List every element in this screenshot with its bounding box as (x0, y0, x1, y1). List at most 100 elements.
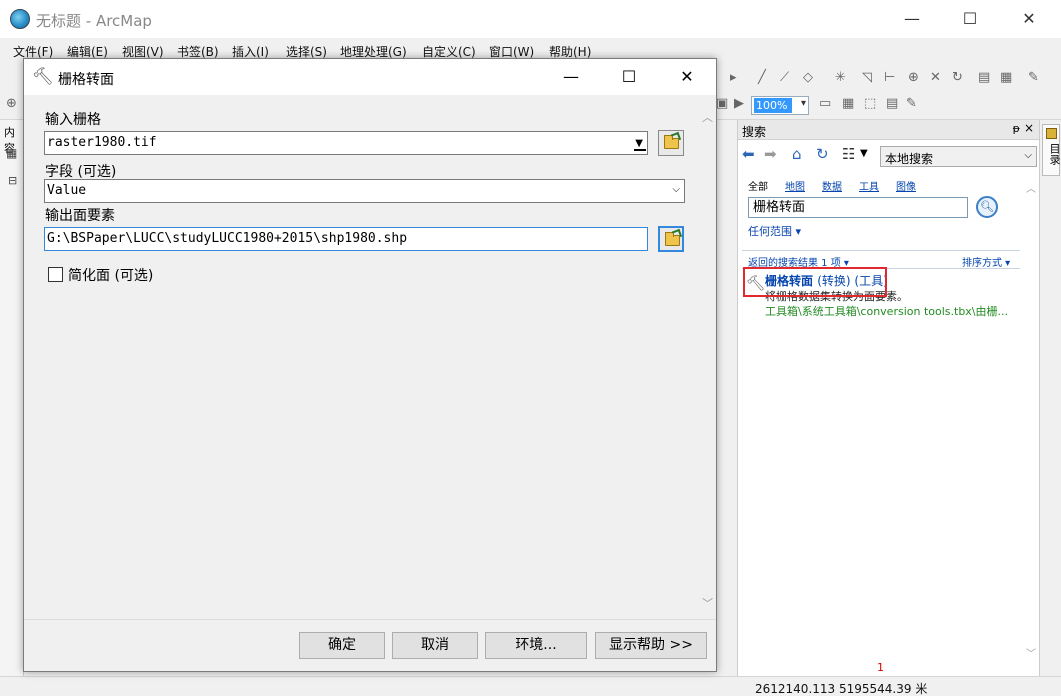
ok-button[interactable]: 确定 (299, 632, 385, 659)
hammer-icon: 🔨︎ (32, 67, 54, 87)
zoom-value: 100% (754, 98, 792, 113)
page-layout-icon[interactable]: ▣ (716, 96, 728, 111)
search-tab-all[interactable]: 全部 (748, 178, 768, 193)
catalog-tab[interactable]: 目录 (1042, 124, 1061, 176)
open-folder-icon (664, 135, 679, 149)
search-pane-title: 搜索 (742, 125, 767, 139)
edit-annotation-icon[interactable]: ✎ (1028, 70, 1039, 85)
input-raster-combo[interactable]: raster1980.tif ▼ (44, 131, 648, 155)
catalog-tab-label: 目录 (1048, 143, 1061, 165)
search-input[interactable]: 栅格转面 (748, 197, 968, 218)
highlight-box (743, 267, 887, 297)
scroll-down-icon[interactable]: ﹀ (702, 595, 713, 611)
table-of-contents-strip: 内容 ▦ ⊟ (0, 120, 24, 676)
dialog-scrollbar[interactable]: ︿ ﹀ (699, 103, 716, 613)
search-location-combo[interactable]: 本地搜索 ⌵ (880, 146, 1037, 167)
search-location-value: 本地搜索 (885, 152, 934, 166)
dialog-maximize-button[interactable]: ☐ (606, 64, 652, 90)
search-tab-data[interactable]: 数据 (822, 178, 842, 193)
toggle-draft-icon[interactable]: ▭ (819, 96, 831, 111)
sort-menu[interactable]: 排序方式 ▾ (962, 254, 1010, 269)
page-marker: 1 (877, 661, 884, 674)
vertex-tool-icon[interactable]: ◇ (803, 70, 813, 85)
cancel-button[interactable]: 取消 (392, 632, 478, 659)
focus-frame-icon[interactable]: ▦ (842, 96, 854, 111)
dialog-titlebar: 🔨︎ 栅格转面 — ☐ ✕ (24, 59, 716, 95)
search-result-path[interactable]: 工具箱\系统工具箱\conversion tools.tbx\由栅... (765, 303, 1027, 319)
output-features-label: 输出面要素 (45, 208, 115, 224)
maximize-button[interactable]: ☐ (947, 6, 993, 32)
refresh-layout-icon[interactable]: ▶ (734, 96, 744, 111)
expand-icon[interactable]: ⊟ (8, 174, 17, 187)
chevron-down-icon[interactable]: ▼ (860, 148, 868, 159)
refresh-icon[interactable]: ↻ (816, 145, 829, 163)
zoom-combo[interactable]: 100% ▾ (751, 96, 809, 115)
divider (742, 250, 1020, 251)
scroll-up-icon[interactable]: ︿ (1026, 180, 1036, 195)
app-title: 无标题 - ArcMap (36, 12, 152, 30)
search-scrollbar[interactable]: ︿ ﹀ (1024, 178, 1038, 662)
arrow-tool-icon[interactable]: ▸ (730, 70, 737, 85)
toc-list-icon[interactable]: ▦ (6, 146, 17, 160)
environments-button[interactable]: 环境... (485, 632, 587, 659)
input-raster-label: 输入栅格 (45, 112, 101, 128)
line-tool-icon[interactable]: ╱ (758, 70, 766, 85)
home-icon[interactable]: ⌂ (792, 145, 802, 163)
chevron-down-icon: ▼ (634, 138, 646, 151)
delete-vertex-icon[interactable]: ✕ (930, 70, 941, 85)
show-help-button[interactable]: 显示帮助 >> (595, 632, 707, 659)
close-button[interactable]: ✕ (1006, 6, 1052, 32)
search-tab-maps[interactable]: 地图 (785, 178, 805, 193)
input-raster-browse-button[interactable] (658, 130, 684, 156)
search-tab-tools[interactable]: 工具 (859, 178, 879, 193)
scroll-down-icon[interactable]: ﹀ (1026, 645, 1036, 660)
open-folder-icon (665, 232, 680, 246)
cut-tool-icon[interactable]: ⊢ (884, 70, 895, 85)
input-raster-value: raster1980.tif (47, 135, 157, 150)
dialog-close-button[interactable]: ✕ (664, 64, 710, 90)
pencil-icon[interactable]: ✎ (906, 96, 917, 111)
split-tool-icon[interactable]: ✳ (835, 70, 846, 85)
arcmap-icon (10, 9, 30, 29)
search-pane: 搜索 ᵽ × ⬅ ➡ ⌂ ↻ ☷ ▼ 本地搜索 ⌵ 全部 地图 数据 工具 图像… (737, 120, 1040, 676)
add-data-icon[interactable]: ⊕ (6, 96, 17, 111)
curve-tool-icon[interactable]: ⟋ (780, 70, 789, 85)
simplify-label: 简化面 (可选) (68, 268, 154, 284)
search-close-icon[interactable]: × (1024, 121, 1034, 135)
right-dock-strip: 目录 (1039, 120, 1061, 676)
output-features-input[interactable]: G:\BSPaper\LUCC\studyLUCC1980+2015\shp19… (44, 227, 648, 251)
dialog-minimize-button[interactable]: — (548, 64, 594, 90)
coordinate-readout: 2612140.113 5195544.39 米 (755, 682, 928, 696)
view-options-icon[interactable]: ☷ (842, 145, 855, 163)
change-layout-icon[interactable]: ⬚ (864, 96, 876, 111)
statusbar: 2612140.113 5195544.39 米 (0, 676, 1061, 696)
output-features-browse-button[interactable] (658, 226, 684, 252)
scroll-up-icon[interactable]: ︿ (702, 109, 713, 125)
attributes-icon[interactable]: ▤ (978, 70, 990, 85)
field-combo[interactable]: Value ⌵ (44, 179, 685, 203)
field-value: Value (47, 183, 87, 198)
pin-icon[interactable]: ᵽ (1013, 122, 1020, 135)
search-pane-header: 搜索 ᵽ × (738, 120, 1040, 140)
back-icon[interactable]: ⬅ (742, 145, 755, 163)
forward-icon[interactable]: ➡ (764, 145, 777, 163)
main-titlebar: 无标题 - ArcMap — ☐ ✕ (0, 0, 1061, 38)
chevron-down-icon: ⌵ (1024, 150, 1032, 161)
search-tab-images[interactable]: 图像 (896, 178, 916, 193)
minimize-button[interactable]: — (889, 6, 935, 32)
simplify-checkbox[interactable] (48, 267, 63, 282)
search-scope-label: 任何范围 (748, 225, 792, 238)
output-features-value: G:\BSPaper\LUCC\studyLUCC1980+2015\shp19… (47, 231, 408, 246)
chevron-down-icon: ⌵ (672, 184, 680, 195)
field-label: 字段 (可选) (45, 164, 117, 180)
reshape-tool-icon[interactable]: ◹ (862, 70, 872, 85)
search-scope[interactable]: 任何范围 ▾ (748, 223, 801, 239)
search-icon[interactable]: 🔍︎ (976, 196, 998, 218)
sketch-props-icon[interactable]: ▦ (1000, 70, 1012, 85)
catalog-icon (1046, 128, 1057, 139)
rotate-tool-icon[interactable]: ↻ (952, 70, 963, 85)
intersect-tool-icon[interactable]: ⊕ (908, 70, 919, 85)
data-driven-pages-icon[interactable]: ▤ (886, 96, 898, 111)
divider (24, 619, 716, 620)
raster-to-polygon-dialog: 🔨︎ 栅格转面 — ☐ ✕ 输入栅格 raster1980.tif ▼ 字段 (… (23, 58, 717, 672)
